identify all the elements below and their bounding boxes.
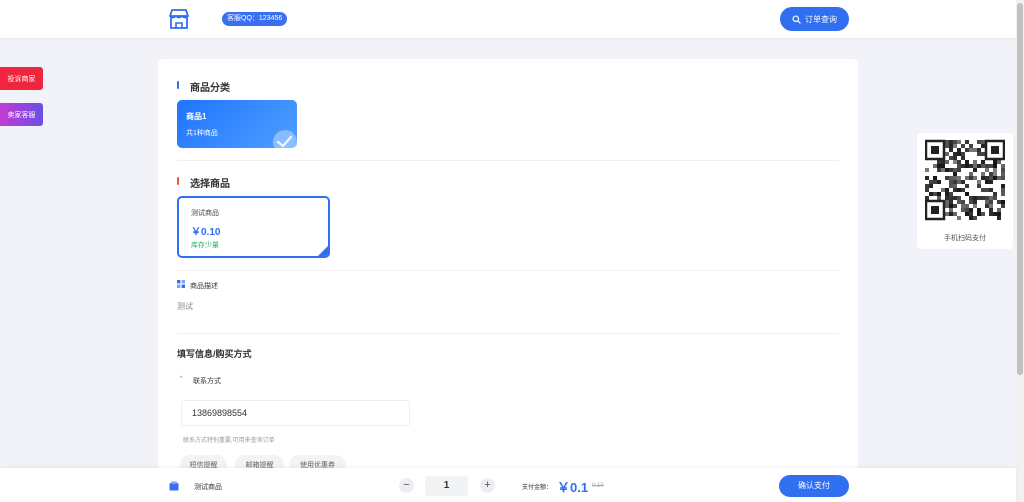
- seller-service-button[interactable]: 卖家客服: [0, 103, 43, 126]
- goods-stock: 库存少量: [191, 242, 219, 249]
- store-logo-icon[interactable]: [167, 7, 191, 31]
- quantity-increase-button[interactable]: +: [480, 478, 495, 493]
- category-card[interactable]: 商品1 共1种商品: [177, 100, 297, 148]
- check-badge-icon: [273, 130, 297, 148]
- scrollbar-thumb[interactable]: [1017, 3, 1023, 375]
- quantity-decrease-button[interactable]: −: [399, 478, 414, 493]
- contact-label: 联系方式: [193, 378, 221, 385]
- section-marker: [177, 81, 179, 89]
- quantity-value[interactable]: 1: [425, 476, 468, 496]
- divider: [177, 160, 839, 161]
- category-count: 共1种商品: [186, 130, 218, 137]
- qr-pay-panel: 手机扫码支付: [917, 133, 1013, 249]
- bottom-pay-bar: 测试商品 − 1 + 支付金额： ￥0.1 0.10 确认支付: [0, 468, 1016, 502]
- bottom-product-name: 测试商品: [194, 484, 222, 491]
- divider: [177, 270, 839, 271]
- original-price: 0.10: [592, 483, 604, 489]
- search-icon: [792, 14, 801, 24]
- complaint-merchant-button[interactable]: 投诉商家: [0, 67, 43, 90]
- selected-corner-icon: [318, 246, 328, 256]
- section-marker: [177, 177, 179, 185]
- support-qq-badge: 客服QQ：123456: [222, 12, 288, 26]
- grid-icon: [177, 280, 185, 288]
- required-mark: *: [180, 376, 183, 382]
- top-header: 客服QQ：123456 订单查询: [0, 0, 1024, 38]
- main-card: 商品分类 商品1 共1种商品 选择商品 测试商品 ￥0.10 库存少量 商品描述…: [158, 59, 858, 479]
- contact-input[interactable]: [181, 400, 410, 426]
- category-section-title: 商品分类: [190, 83, 230, 94]
- order-query-label: 订单查询: [805, 14, 837, 24]
- contact-hint: 联系方式特别重要,可用来查询订单: [183, 438, 275, 444]
- description-title: 商品描述: [190, 283, 218, 290]
- pay-amount-label: 支付金额：: [522, 485, 553, 491]
- description-text: 测试: [177, 302, 193, 311]
- category-name: 商品1: [186, 112, 207, 121]
- pay-amount: ￥0.1: [557, 480, 589, 495]
- goods-card[interactable]: 测试商品 ￥0.10 库存少量: [177, 196, 330, 258]
- confirm-pay-button[interactable]: 确认支付: [779, 475, 849, 497]
- goods-price: ￥0.10: [191, 227, 221, 238]
- goods-name: 测试商品: [191, 210, 219, 217]
- product-box-icon: [169, 481, 179, 491]
- divider: [177, 333, 839, 334]
- form-section-title: 填写信息/购买方式: [177, 349, 252, 359]
- qr-code-image: [925, 139, 1005, 221]
- order-query-button[interactable]: 订单查询: [780, 7, 849, 31]
- qr-pay-label: 手机扫码支付: [944, 235, 986, 242]
- goods-section-title: 选择商品: [190, 179, 230, 190]
